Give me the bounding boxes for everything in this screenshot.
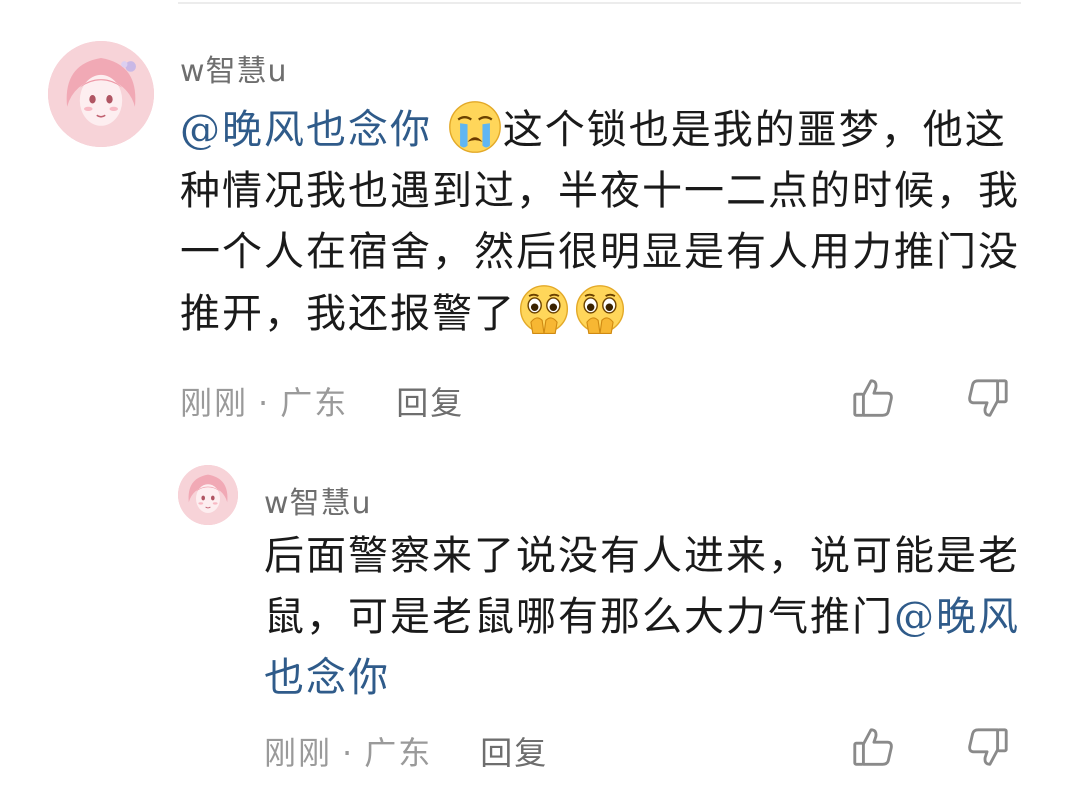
comment-time: 刚刚 — [180, 384, 249, 422]
divider — [178, 2, 1021, 4]
comment-location: 广东 — [280, 384, 349, 422]
comment-meta: 刚刚 · 广东 回复 — [180, 378, 464, 424]
reply-avatar[interactable] — [178, 465, 238, 525]
avatar[interactable] — [48, 41, 154, 147]
comment-body: @晚风也念你 这个锁也是我的噩梦，他这种情况我也遇到过，半夜十一二点的时候，我一… — [180, 99, 1030, 345]
crying-face-emoji — [447, 99, 503, 155]
meta-separator: · — [342, 734, 355, 772]
thumbs-up-icon[interactable] — [850, 724, 896, 770]
comment-username[interactable]: w智慧u — [180, 46, 288, 90]
meta-separator: · — [258, 384, 271, 422]
pleading-hands-emoji — [572, 283, 628, 339]
reply-username[interactable]: w智慧u — [264, 478, 372, 522]
thumbs-down-icon[interactable] — [965, 375, 1011, 421]
thumbs-down-icon[interactable] — [965, 724, 1011, 770]
mention-link[interactable]: @晚风也念你 — [180, 107, 432, 153]
reply-time: 刚刚 — [264, 734, 333, 772]
reply-location: 广东 — [364, 734, 433, 772]
thumbs-up-icon[interactable] — [850, 375, 896, 421]
pleading-hands-emoji — [516, 283, 572, 339]
reply-button[interactable]: 回复 — [480, 734, 548, 772]
reply-meta: 刚刚 · 广东 回复 — [264, 728, 548, 774]
reply-button[interactable]: 回复 — [396, 384, 464, 422]
comment-thread: w智慧u @晚风也念你 这个锁也是我的噩梦，他这种情况我也遇到过，半夜十一二点的… — [0, 0, 1067, 800]
reply-body: 后面警察来了说没有人进来，说可能是老鼠，可是老鼠哪有那么大力气推门@晚风也念你 — [264, 526, 1034, 709]
